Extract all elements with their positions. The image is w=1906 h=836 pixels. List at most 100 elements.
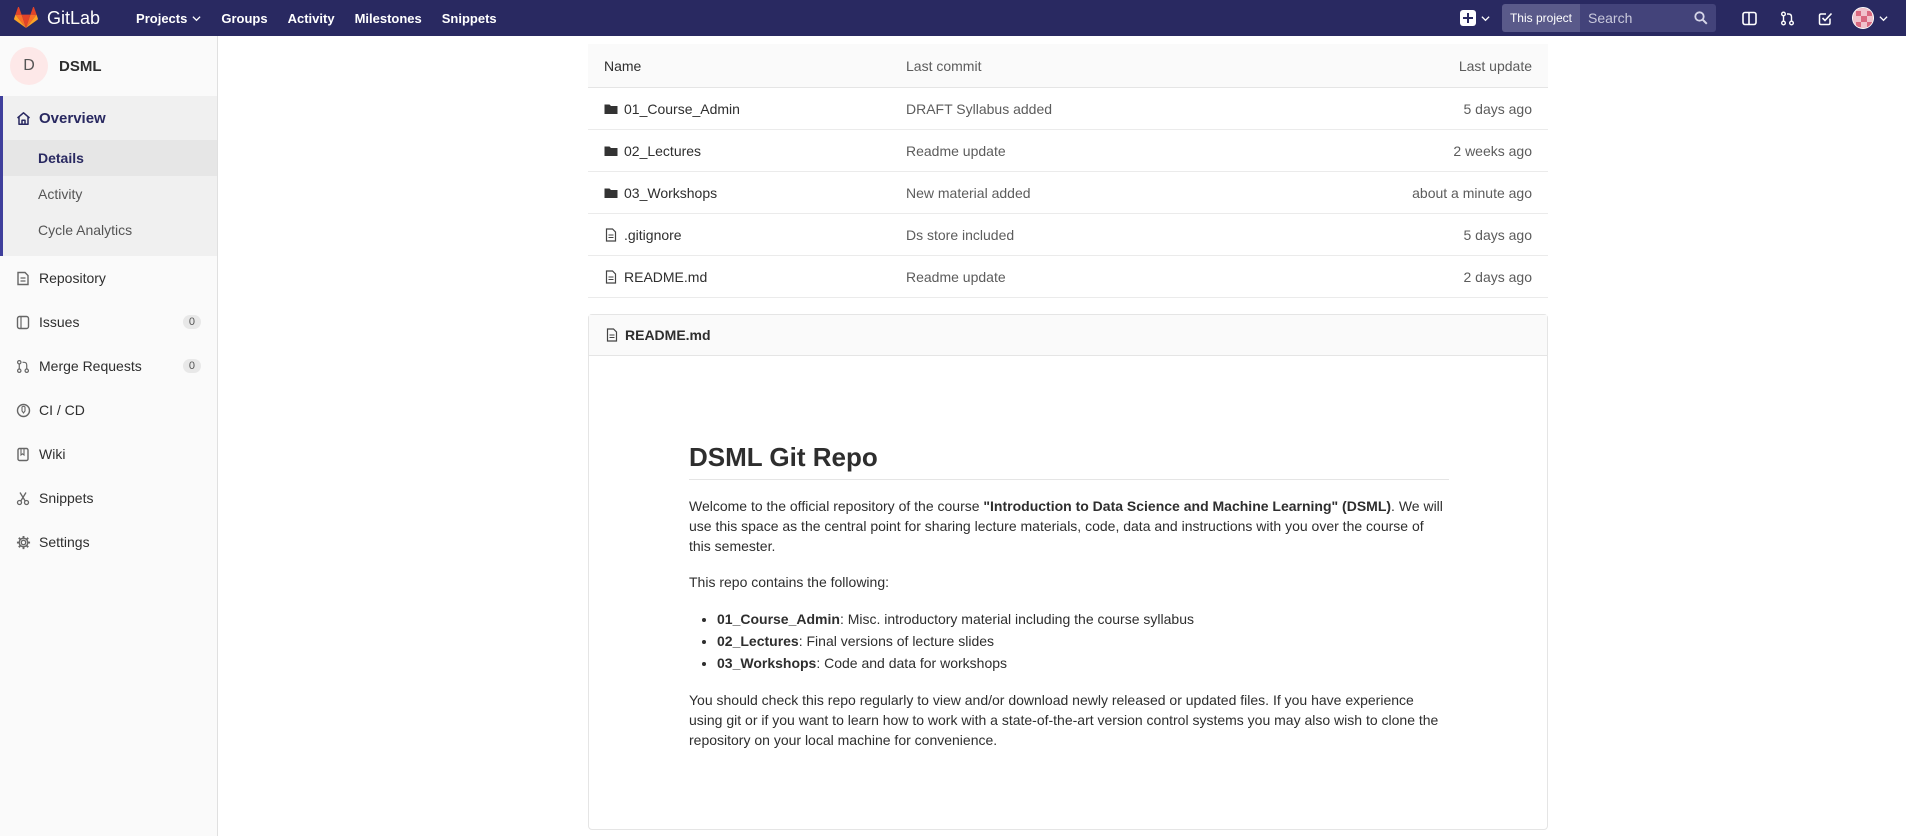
- scissors-icon: [15, 490, 31, 506]
- top-navbar: GitLab Projects Groups Activity Mileston…: [0, 0, 1906, 36]
- overview-group: Overview Details Activity Cycle Analytic…: [0, 96, 217, 256]
- sidebar-item-overview[interactable]: Overview: [3, 96, 217, 140]
- file-name-link[interactable]: 01_Course_Admin: [624, 101, 740, 117]
- user-menu-button[interactable]: [1852, 7, 1888, 29]
- column-header-name: Name: [604, 57, 642, 74]
- rocket-icon: [15, 402, 31, 418]
- sidebar-item-label: Settings: [39, 534, 90, 550]
- folder-icon: [604, 102, 618, 116]
- sidebar-item-merge-requests[interactable]: Merge Requests 0: [0, 344, 217, 388]
- last-update-time: 5 days ago: [1463, 226, 1533, 243]
- sidebar-subitem-activity[interactable]: Activity: [3, 176, 217, 212]
- project-sidebar: D DSML Overview Details Activity Cycle A…: [0, 36, 218, 836]
- nav-snippets[interactable]: Snippets: [432, 0, 507, 36]
- project-avatar: D: [10, 47, 48, 85]
- column-header-last-update: Last update: [1458, 57, 1532, 74]
- todo-check-icon: [1818, 12, 1832, 25]
- last-commit-link[interactable]: DRAFT Syllabus added: [906, 101, 1288, 117]
- nav-projects-label: Projects: [136, 10, 188, 26]
- readme-header: README.md: [589, 315, 1547, 356]
- last-update-time: 5 days ago: [1463, 100, 1533, 117]
- todos-button[interactable]: [1806, 0, 1844, 36]
- brand-name: GitLab: [47, 7, 101, 28]
- document-icon: [15, 270, 31, 286]
- merge-request-icon: [15, 358, 31, 374]
- gitlab-home-link[interactable]: GitLab: [14, 0, 100, 36]
- table-row[interactable]: 01_Course_Admin DRAFT Syllabus added 5 d…: [588, 88, 1548, 130]
- file-name-link[interactable]: .gitignore: [624, 227, 682, 243]
- last-update-time: 2 days ago: [1463, 268, 1533, 285]
- last-commit-link[interactable]: Readme update: [906, 269, 1288, 285]
- file-icon: [605, 328, 619, 342]
- search-placeholder: Search: [1588, 10, 1633, 26]
- merge-requests-button[interactable]: [1768, 0, 1806, 36]
- sidebar-item-wiki[interactable]: Wiki: [0, 432, 217, 476]
- sidebar-item-snippets[interactable]: Snippets: [0, 476, 217, 520]
- list-item: 01_Course_Admin: Misc. introductory mate…: [717, 608, 1449, 630]
- chevron-down-icon: [1481, 15, 1490, 21]
- sidebar-item-label: Snippets: [39, 490, 94, 506]
- sidebar-subitem-cycle-analytics[interactable]: Cycle Analytics: [3, 212, 217, 248]
- nav-groups[interactable]: Groups: [211, 0, 277, 36]
- chevron-down-icon: [192, 15, 201, 21]
- course-title: "Introduction to Data Science and Machin…: [983, 498, 1392, 514]
- sidebar-item-settings[interactable]: Settings: [0, 520, 217, 564]
- sidebar-item-label: Merge Requests: [39, 358, 142, 374]
- book-icon: [15, 446, 31, 462]
- list-item: 02_Lectures: Final versions of lecture s…: [717, 630, 1449, 652]
- sidebar-item-issues[interactable]: Issues 0: [0, 300, 217, 344]
- gear-icon: [15, 534, 31, 550]
- sidebar-item-ci-cd[interactable]: CI / CD: [0, 388, 217, 432]
- issues-icon: [15, 314, 31, 330]
- readme-contains: This repo contains the following:: [689, 574, 889, 590]
- table-row[interactable]: 02_Lectures Readme update 2 weeks ago: [588, 130, 1548, 172]
- sidebar-panel-icon: [1741, 11, 1757, 25]
- sidebar-item-label: Wiki: [39, 446, 66, 462]
- table-row[interactable]: .gitignore Ds store included 5 days ago: [588, 214, 1548, 256]
- new-dropdown-button[interactable]: [1459, 10, 1490, 26]
- folder-icon: [604, 186, 618, 200]
- issues-count-badge: 0: [182, 315, 201, 329]
- file-name-link[interactable]: 02_Lectures: [624, 143, 701, 159]
- last-update-time: about a minute ago: [1412, 184, 1532, 201]
- table-row[interactable]: 03_Workshops New material added about a …: [588, 172, 1548, 214]
- readme-content: DSML Git Repo Welcome to the official re…: [689, 441, 1449, 766]
- nav-projects[interactable]: Projects: [126, 0, 211, 36]
- sidebar-item-label: Issues: [39, 314, 80, 330]
- readme-panel: README.md DSML Git Repo Welcome to the o…: [588, 314, 1548, 830]
- sidebar-item-label: CI / CD: [39, 402, 85, 418]
- last-commit-link[interactable]: Readme update: [906, 143, 1288, 159]
- file-icon: [604, 269, 618, 284]
- last-commit-link[interactable]: Ds store included: [906, 227, 1288, 243]
- table-header: Name Last commit Last update: [588, 44, 1548, 88]
- gitlab-logo-icon: [14, 7, 38, 28]
- chevron-down-icon: [1879, 15, 1888, 21]
- readme-closing: You should check this repo regularly to …: [689, 692, 1439, 748]
- merge-request-icon: [1780, 11, 1794, 25]
- project-header[interactable]: D DSML: [0, 36, 217, 96]
- last-update-time: 2 weeks ago: [1453, 142, 1532, 159]
- search-input[interactable]: Search: [1580, 4, 1716, 32]
- nav-milestones[interactable]: Milestones: [345, 0, 432, 36]
- user-avatar: [1852, 7, 1874, 29]
- readme-list: 01_Course_Admin: Misc. introductory mate…: [717, 608, 1449, 674]
- last-commit-link[interactable]: New material added: [906, 185, 1288, 201]
- table-row[interactable]: README.md Readme update 2 days ago: [588, 256, 1548, 298]
- project-name: DSML: [59, 57, 102, 75]
- merge-requests-count-badge: 0: [182, 359, 201, 373]
- file-tree-table: Name Last commit Last update 01_Course_A…: [588, 44, 1548, 298]
- list-item: 03_Workshops: Code and data for workshop…: [717, 652, 1449, 674]
- readme-filename-link[interactable]: README.md: [625, 327, 711, 343]
- file-icon: [604, 227, 618, 242]
- search-scope-badge[interactable]: This project: [1501, 4, 1580, 32]
- sidebar-toggle-button[interactable]: [1730, 0, 1768, 36]
- search-icon: [1694, 11, 1708, 25]
- home-icon: [15, 110, 31, 126]
- file-name-link[interactable]: README.md: [624, 269, 707, 285]
- sidebar-item-repository[interactable]: Repository: [0, 256, 217, 300]
- sidebar-subitem-details[interactable]: Details: [3, 140, 217, 176]
- nav-activity[interactable]: Activity: [278, 0, 345, 36]
- readme-title: DSML Git Repo: [689, 441, 1449, 480]
- folder-icon: [604, 144, 618, 158]
- file-name-link[interactable]: 03_Workshops: [624, 185, 717, 201]
